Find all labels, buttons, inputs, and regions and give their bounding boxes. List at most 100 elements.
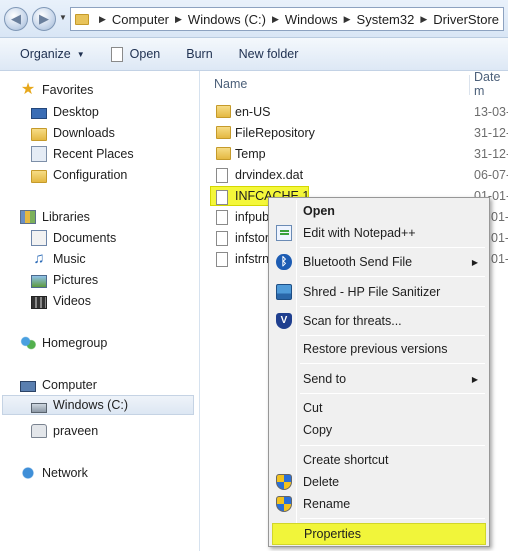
document-icon — [216, 210, 228, 225]
breadcrumb-windows-c[interactable]: Windows (C:) — [188, 12, 266, 27]
menu-separator — [300, 363, 485, 364]
menu-item-rename[interactable]: Rename — [272, 493, 486, 515]
sidebar-item-pictures[interactable]: Pictures — [31, 270, 98, 290]
back-arrow-icon: ◀ — [11, 11, 21, 26]
file-name: infstor — [235, 231, 270, 245]
sidebar-item-homegroup[interactable]: Homegroup — [20, 333, 107, 353]
file-date: 01- — [491, 210, 508, 224]
column-header-name[interactable]: Name — [214, 71, 247, 97]
chevron-right-icon[interactable]: ▶ — [344, 14, 351, 25]
menu-item-label: Edit with Notepad++ — [303, 226, 416, 240]
file-date: 06-07- — [474, 168, 508, 182]
network-globe-icon — [20, 465, 36, 481]
menu-item-delete[interactable]: Delete — [272, 471, 486, 493]
forward-button[interactable]: ▶ — [32, 7, 56, 31]
chevron-down-icon: ▼ — [76, 49, 85, 59]
menu-item-label: Cut — [303, 401, 323, 415]
menu-item-shred[interactable]: Shred - HP File Sanitizer — [272, 281, 486, 303]
menu-item-open[interactable]: Open — [272, 200, 486, 222]
pictures-icon — [31, 274, 47, 288]
sidebar-item-documents[interactable]: Documents — [31, 228, 116, 248]
document-icon — [216, 231, 228, 246]
new-folder-button[interactable]: New folder — [239, 47, 299, 61]
organize-button[interactable]: Organize ▼ — [20, 47, 85, 61]
burn-button[interactable]: Burn — [186, 47, 212, 61]
file-name: infpub — [235, 210, 270, 224]
list-item[interactable]: en-US 13-03- — [201, 102, 508, 122]
breadcrumb-system32[interactable]: System32 — [357, 12, 415, 27]
sidebar-item-libraries[interactable]: Libraries — [20, 207, 90, 227]
menu-separator — [300, 445, 485, 446]
sidebar-item-praveen[interactable]: praveen — [31, 421, 98, 441]
documents-icon — [31, 230, 47, 246]
submenu-arrow-icon: ▶ — [471, 257, 478, 267]
sidebar-item-favorites[interactable]: ★ Favorites — [20, 80, 94, 100]
sidebar-item-downloads[interactable]: Downloads — [31, 123, 115, 143]
list-item[interactable]: drvindex.dat 06-07- — [201, 165, 508, 185]
star-icon: ★ — [20, 81, 36, 98]
menu-item-copy[interactable]: Copy — [272, 419, 486, 441]
chevron-right-icon[interactable]: ▶ — [420, 14, 427, 25]
chevron-right-icon[interactable]: ▶ — [99, 14, 106, 25]
recent-pages-dropdown-icon[interactable]: ▼ — [59, 13, 67, 22]
sidebar-item-label: Music — [53, 252, 86, 266]
file-name: drvindex.dat — [235, 168, 304, 182]
sidebar-item-label: Configuration — [53, 168, 128, 182]
sidebar-item-recent-places[interactable]: Recent Places — [31, 144, 134, 164]
burn-label: Burn — [186, 47, 213, 61]
sidebar-item-label: Computer — [42, 378, 97, 392]
menu-item-properties[interactable]: Properties — [272, 523, 486, 545]
menu-item-label: Scan for threats... — [303, 314, 402, 328]
sidebar-item-computer[interactable]: Computer — [20, 375, 97, 395]
menu-item-label: Copy — [303, 423, 333, 437]
sidebar-item-label: Videos — [53, 294, 91, 308]
menu-item-edit-notepad[interactable]: Edit with Notepad++ — [272, 222, 486, 244]
column-divider[interactable] — [469, 75, 470, 95]
file-name: infstrn — [235, 252, 270, 266]
sidebar-item-windows-c[interactable]: Windows (C:) — [2, 395, 194, 415]
sidebar-item-label: Downloads — [53, 126, 115, 140]
sidebar-item-videos[interactable]: Videos — [31, 291, 91, 311]
sidebar-item-music[interactable]: ♫ Music — [31, 249, 86, 269]
menu-item-cut[interactable]: Cut — [272, 397, 486, 419]
menu-item-scan[interactable]: V Scan for threats... — [272, 310, 486, 332]
sidebar-item-network[interactable]: Network — [20, 463, 88, 483]
sidebar-item-configuration[interactable]: Configuration — [31, 165, 127, 185]
menu-item-send-to[interactable]: Send to ▶ — [272, 368, 486, 390]
sidebar-item-desktop[interactable]: Desktop — [31, 102, 99, 122]
file-name: Temp — [235, 147, 266, 161]
menu-item-create-shortcut[interactable]: Create shortcut — [272, 449, 486, 471]
document-icon — [216, 252, 228, 267]
column-header-date[interactable]: Date m — [474, 70, 508, 98]
menu-item-restore[interactable]: Restore previous versions — [272, 338, 486, 360]
menu-item-label: Properties — [304, 527, 361, 541]
menu-separator — [300, 393, 485, 394]
recent-places-icon — [31, 146, 47, 162]
list-item[interactable]: FileRepository 31-12- — [201, 123, 508, 143]
open-label: Open — [129, 47, 161, 61]
organize-label: Organize — [20, 47, 71, 61]
breadcrumb-windows[interactable]: Windows — [285, 12, 338, 27]
breadcrumb[interactable]: ▶ Computer ▶ Windows (C:) ▶ Windows ▶ Sy… — [70, 7, 504, 31]
back-button[interactable]: ◀ — [4, 7, 28, 31]
menu-item-label: Create shortcut — [303, 453, 389, 467]
folder-icon — [216, 126, 231, 139]
chevron-right-icon[interactable]: ▶ — [272, 14, 279, 25]
folder-icon — [31, 169, 47, 183]
list-item[interactable]: Temp 31-12- — [201, 144, 508, 164]
shredder-icon — [276, 284, 292, 300]
folder-icon — [216, 147, 231, 160]
hard-drive-icon — [31, 403, 47, 413]
sidebar-item-label: Windows (C:) — [53, 398, 129, 412]
open-button[interactable]: Open — [110, 46, 161, 62]
breadcrumb-driverstore[interactable]: DriverStore — [433, 12, 499, 27]
chevron-right-icon[interactable]: ▶ — [175, 14, 182, 25]
command-bar: Organize ▼ Open Burn New folder — [0, 38, 508, 71]
sidebar-item-label: praveen — [53, 424, 99, 438]
sidebar-item-label: Documents — [53, 231, 117, 245]
new-folder-label: New folder — [238, 47, 299, 61]
breadcrumb-computer[interactable]: Computer — [112, 12, 169, 27]
menu-item-bluetooth[interactable]: ᛒ Bluetooth Send File ▶ — [272, 251, 486, 273]
uac-shield-icon — [276, 496, 292, 512]
sidebar-item-label: Desktop — [53, 105, 99, 119]
